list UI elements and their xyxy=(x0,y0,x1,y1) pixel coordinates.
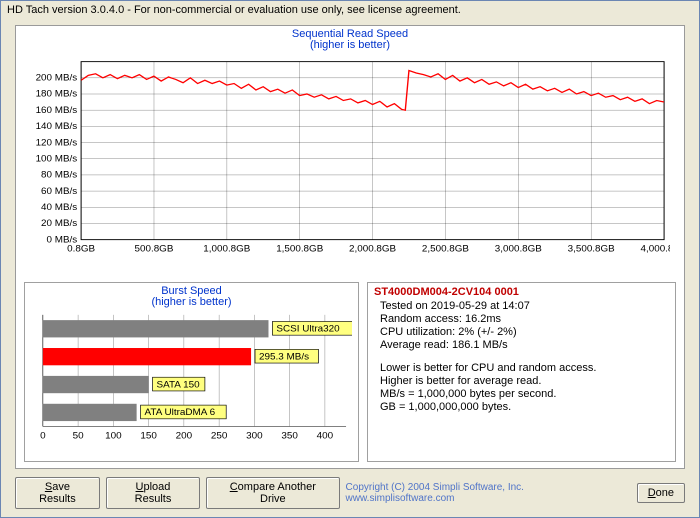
button-bar: Save Results Upload Results Compare Anot… xyxy=(15,479,685,507)
svg-text:1,000.8GB: 1,000.8GB xyxy=(203,244,250,255)
tested-on: Tested on 2019-05-29 at 14:07 xyxy=(380,300,671,312)
hdtach-window: HD Tach version 3.0.4.0 - For non-commer… xyxy=(0,0,700,518)
burst-plot: 0 50 100 150 200 250 300 350 400 SCSI Ultra320 295… xyxy=(25,313,352,441)
svg-text:180 MB/s: 180 MB/s xyxy=(36,89,78,100)
svg-text:300: 300 xyxy=(246,431,263,441)
random-access: Random access: 16.2ms xyxy=(380,313,671,325)
read-speed-chart: Sequential Read Speed (higher is better)… xyxy=(24,28,676,278)
svg-text:160 MB/s: 160 MB/s xyxy=(36,105,78,116)
upload-results-button[interactable]: Upload Results xyxy=(106,477,200,509)
svg-text:150: 150 xyxy=(140,431,157,441)
svg-text:0: 0 xyxy=(40,431,46,441)
avg-read: Average read: 186.1 MB/s xyxy=(380,339,671,351)
svg-text:200 MB/s: 200 MB/s xyxy=(36,73,78,84)
note2: Higher is better for average read. xyxy=(380,375,671,387)
copyright-text: Copyright (C) 2004 Simpli Software, Inc.… xyxy=(346,482,627,504)
svg-text:500.8GB: 500.8GB xyxy=(135,244,174,255)
svg-text:40 MB/s: 40 MB/s xyxy=(41,202,77,213)
burst-speed-panel: Burst Speed (higher is better) 050100150… xyxy=(24,282,359,462)
svg-text:295.3 MB/s: 295.3 MB/s xyxy=(259,352,309,363)
svg-text:3,500.8GB: 3,500.8GB xyxy=(568,244,615,255)
svg-text:80 MB/s: 80 MB/s xyxy=(41,170,77,181)
bottom-row: Burst Speed (higher is better) 050100150… xyxy=(24,282,676,462)
svg-text:120 MB/s: 120 MB/s xyxy=(36,138,78,149)
read-chart-plot: 0 MB/s20 MB/s40 MB/s60 MB/s80 MB/s100 MB… xyxy=(24,58,670,256)
svg-text:140 MB/s: 140 MB/s xyxy=(36,121,78,132)
svg-text:400: 400 xyxy=(317,431,334,441)
read-chart-subtitle: (higher is better) xyxy=(24,39,676,51)
done-button[interactable]: Done xyxy=(637,483,685,503)
svg-text:0.8GB: 0.8GB xyxy=(67,244,95,255)
svg-text:2,500.8GB: 2,500.8GB xyxy=(422,244,469,255)
svg-text:200: 200 xyxy=(176,431,193,441)
svg-text:4,000.8GB: 4,000.8GB xyxy=(641,244,670,255)
svg-text:3,000.8GB: 3,000.8GB xyxy=(495,244,542,255)
svg-text:SATA 150: SATA 150 xyxy=(157,380,200,391)
note4: GB = 1,000,000,000 bytes. xyxy=(380,401,671,413)
note1: Lower is better for CPU and random acces… xyxy=(380,362,671,374)
cpu-util: CPU utilization: 2% (+/- 2%) xyxy=(380,326,671,338)
svg-text:SCSI Ultra320: SCSI Ultra320 xyxy=(276,324,339,335)
svg-text:350: 350 xyxy=(281,431,298,441)
svg-text:1,500.8GB: 1,500.8GB xyxy=(276,244,323,255)
svg-text:20 MB/s: 20 MB/s xyxy=(41,219,77,230)
svg-text:ATA UltraDMA 6: ATA UltraDMA 6 xyxy=(145,407,216,418)
svg-text:50: 50 xyxy=(73,431,84,441)
save-results-button[interactable]: Save Results xyxy=(15,477,100,509)
svg-text:250: 250 xyxy=(211,431,228,441)
drive-info-panel: ST4000DM004-2CV104 0001 Tested on 2019-0… xyxy=(367,282,676,462)
drive-id: ST4000DM004-2CV104 0001 xyxy=(374,286,671,298)
svg-text:100 MB/s: 100 MB/s xyxy=(36,154,78,165)
svg-text:100: 100 xyxy=(105,431,122,441)
window-title: HD Tach version 3.0.4.0 - For non-commer… xyxy=(1,1,699,16)
burst-subtitle: (higher is better) xyxy=(29,296,354,308)
note3: MB/s = 1,000,000 bytes per second. xyxy=(380,388,671,400)
svg-text:60 MB/s: 60 MB/s xyxy=(41,186,77,197)
compare-drive-button[interactable]: Compare Another Drive xyxy=(206,477,339,509)
svg-text:2,000.8GB: 2,000.8GB xyxy=(349,244,396,255)
content-area: Sequential Read Speed (higher is better)… xyxy=(15,25,685,469)
